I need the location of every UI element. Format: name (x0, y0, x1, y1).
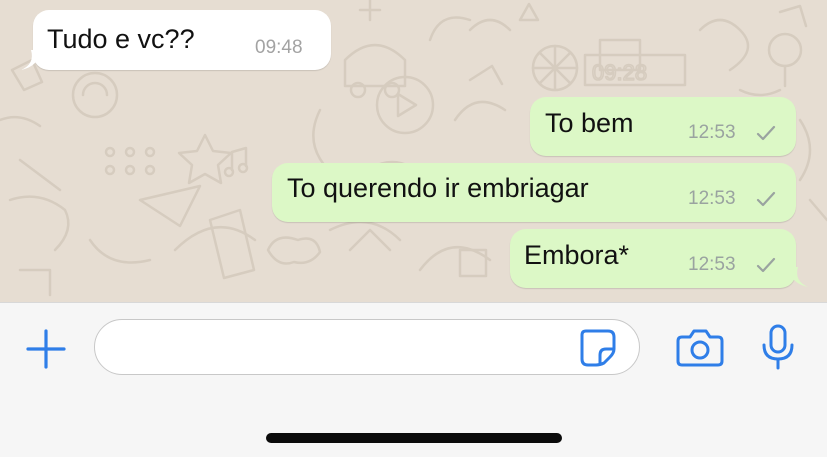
sent-check-icon (756, 125, 776, 141)
sticker-icon[interactable] (578, 327, 618, 367)
sent-check-icon (756, 191, 776, 207)
chat-area[interactable]: 09:28 Tudo e vc?? 09:48 To bem 12:53 To … (0, 0, 827, 302)
message-bubble-outgoing[interactable]: To querendo ir embriagar 12:53 (272, 163, 796, 222)
message-text: To querendo ir embriagar (287, 173, 589, 203)
home-indicator (266, 433, 562, 443)
microphone-icon[interactable] (758, 323, 798, 371)
message-text: Embora* (524, 240, 630, 270)
message-bubble-incoming[interactable]: Tudo e vc?? 09:48 (21, 10, 331, 70)
message-time: 12:53 (688, 254, 736, 275)
svg-text:09:28: 09:28 (592, 60, 647, 85)
bubble-tail (788, 267, 808, 287)
message-text: To bem (545, 108, 634, 138)
bubble-tail (21, 50, 41, 70)
message-bubble-outgoing[interactable]: To bem 12:53 (530, 97, 796, 156)
message-text: Tudo e vc?? (47, 24, 195, 54)
message-time: 09:48 (255, 37, 303, 58)
message-time: 12:53 (688, 188, 736, 209)
message-time: 12:53 (688, 122, 736, 143)
composer-bar (0, 302, 827, 457)
plus-icon[interactable] (24, 327, 68, 371)
sent-check-icon (756, 257, 776, 273)
message-bubble-outgoing[interactable]: Embora* 12:53 (510, 229, 808, 288)
camera-icon[interactable] (676, 327, 724, 367)
message-input[interactable] (94, 319, 640, 375)
